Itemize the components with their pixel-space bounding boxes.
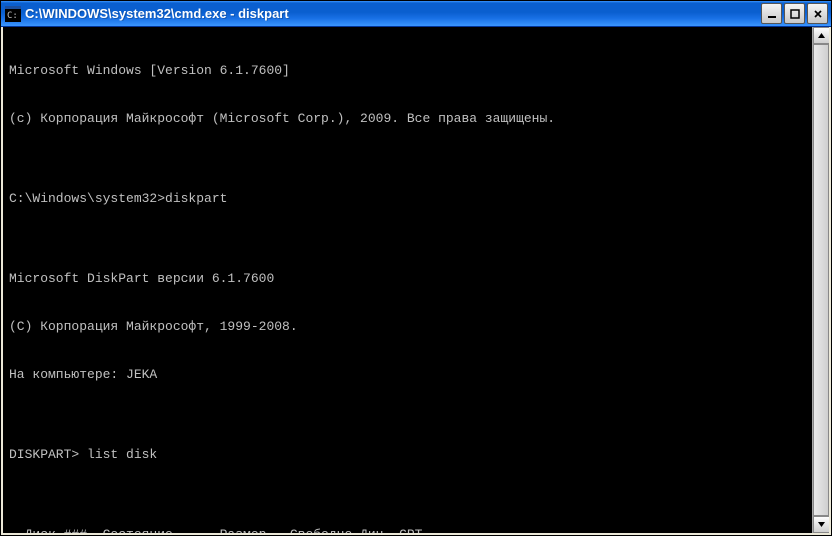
minimize-button[interactable] [761,3,782,24]
terminal-line: DISKPART> list disk [9,447,829,463]
cmd-window: C: C:\WINDOWS\system32\cmd.exe - diskpar… [0,0,832,536]
scroll-up-button[interactable] [813,27,830,44]
terminal-line: На компьютере: JEKA [9,367,829,383]
window-title: C:\WINDOWS\system32\cmd.exe - diskpart [25,6,761,21]
terminal-line: Microsoft Windows [Version 6.1.7600] [9,63,829,79]
scroll-track[interactable] [813,44,829,516]
window-controls [761,3,828,24]
close-button[interactable] [807,3,828,24]
vertical-scrollbar[interactable] [812,27,829,533]
terminal-line: Microsoft DiskPart версии 6.1.7600 [9,271,829,287]
scroll-thumb[interactable] [813,44,829,516]
terminal-line: (с) Корпорация Майкрософт (Microsoft Cor… [9,111,829,127]
terminal-area[interactable]: Microsoft Windows [Version 6.1.7600] (с)… [1,27,831,535]
cmd-icon: C: [5,6,21,22]
table-header: Диск ### Состояние Размер Свободно Дин G… [9,527,829,535]
svg-text:C:: C: [7,11,18,21]
titlebar[interactable]: C: C:\WINDOWS\system32\cmd.exe - diskpar… [1,1,831,27]
terminal-line: C:\Windows\system32>diskpart [9,191,829,207]
maximize-button[interactable] [784,3,805,24]
scroll-down-button[interactable] [813,516,830,533]
terminal-line: (C) Корпорация Майкрософт, 1999-2008. [9,319,829,335]
